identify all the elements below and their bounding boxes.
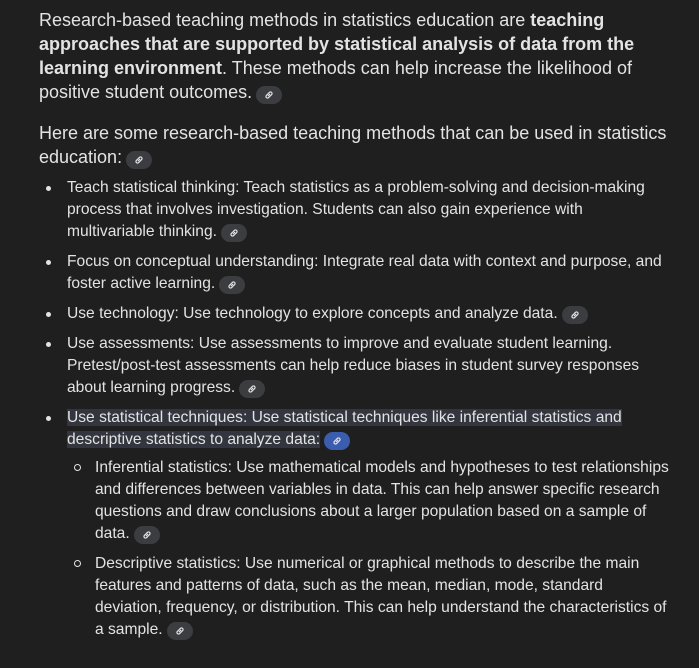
link-icon bbox=[230, 229, 238, 237]
source-link-chip[interactable] bbox=[239, 380, 266, 398]
sublist-item: Inferential statistics: Use mathematical… bbox=[67, 457, 669, 545]
list-item: Teach statistical thinking: Teach statis… bbox=[39, 177, 669, 243]
list-item: Use technology: Use technology to explor… bbox=[39, 303, 669, 325]
list-intro-paragraph: Here are some research-based teaching me… bbox=[39, 121, 669, 169]
list-item-text: Teach statistical thinking: Teach statis… bbox=[67, 179, 645, 240]
link-icon bbox=[143, 531, 151, 539]
source-link-chip[interactable] bbox=[219, 276, 246, 294]
response-container: Research-based teaching methods in stati… bbox=[0, 0, 669, 641]
methods-list: Teach statistical thinking: Teach statis… bbox=[39, 177, 669, 641]
link-icon bbox=[265, 91, 273, 99]
link-icon bbox=[135, 156, 143, 164]
list-item: Focus on conceptual understanding: Integ… bbox=[39, 251, 669, 295]
source-link-chip[interactable] bbox=[126, 151, 153, 169]
source-link-chip[interactable] bbox=[133, 526, 160, 544]
intro-paragraph: Research-based teaching methods in stati… bbox=[39, 8, 669, 104]
link-icon bbox=[175, 627, 184, 635]
list-item-text: Focus on conceptual understanding: Integ… bbox=[67, 253, 662, 292]
source-link-chip[interactable] bbox=[561, 306, 588, 324]
link-icon bbox=[333, 437, 341, 445]
list-item: Use assessments: Use assessments to impr… bbox=[39, 333, 669, 399]
link-icon bbox=[248, 385, 256, 393]
techniques-sublist: Inferential statistics: Use mathematical… bbox=[67, 457, 669, 641]
source-link-chip[interactable] bbox=[166, 622, 193, 640]
source-link-chip[interactable] bbox=[256, 86, 283, 104]
list-item-text: Use technology: Use technology to explor… bbox=[67, 305, 558, 322]
intro-text: Research-based teaching methods in stati… bbox=[39, 10, 531, 30]
sublist-item: Descriptive statistics: Use numerical or… bbox=[67, 553, 669, 641]
source-link-chip[interactable] bbox=[220, 224, 247, 242]
list-item-highlighted: Use statistical techniques: Use statisti… bbox=[39, 407, 669, 641]
link-icon bbox=[571, 311, 579, 319]
link-icon bbox=[228, 281, 236, 289]
sublist-item-text: Inferential statistics: Use mathematical… bbox=[95, 459, 669, 542]
source-link-chip-active[interactable] bbox=[324, 432, 351, 450]
list-item-text: Use assessments: Use assessments to impr… bbox=[67, 335, 640, 396]
